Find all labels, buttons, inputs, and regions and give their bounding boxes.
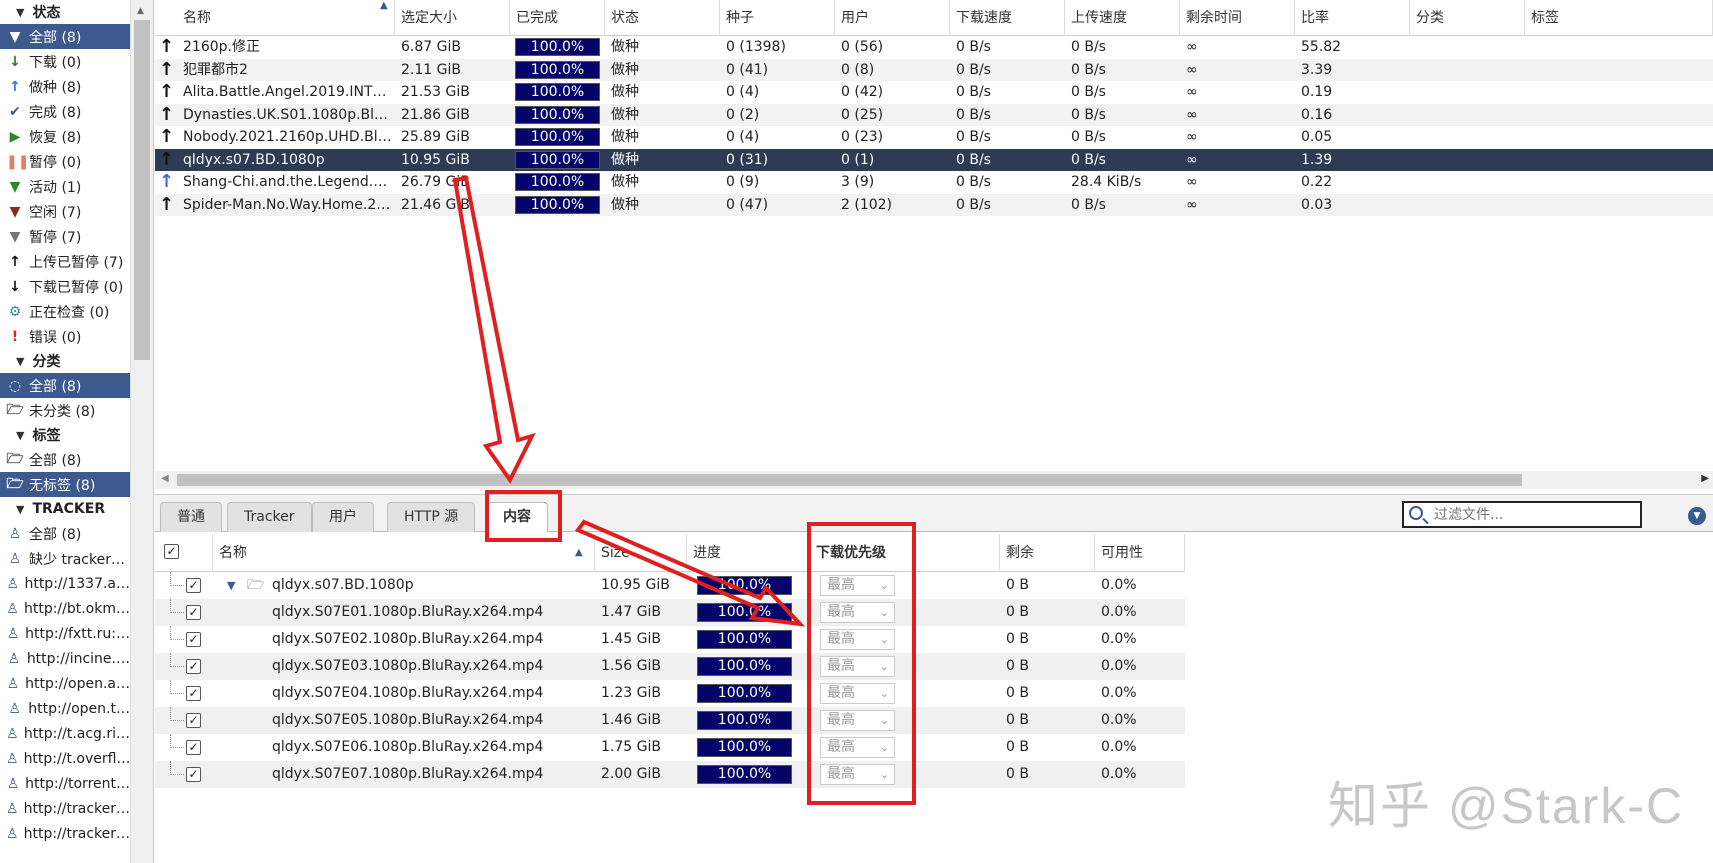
watermark: 知乎 @Stark-C xyxy=(1328,778,1685,834)
annotation-box-content-tab xyxy=(485,490,562,542)
annotation-box-priority-column xyxy=(807,522,916,805)
app-window: ▼ 状态 ▼ 全部 (8) ↓ 下载 (0) ↑ 做种 (8) ✔ 完成 (8) ▶ 恢复 (8) ❚❚… xyxy=(0,0,1713,863)
annotation-arrow-right xyxy=(574,519,806,627)
annotation-arrow-down xyxy=(452,175,536,484)
